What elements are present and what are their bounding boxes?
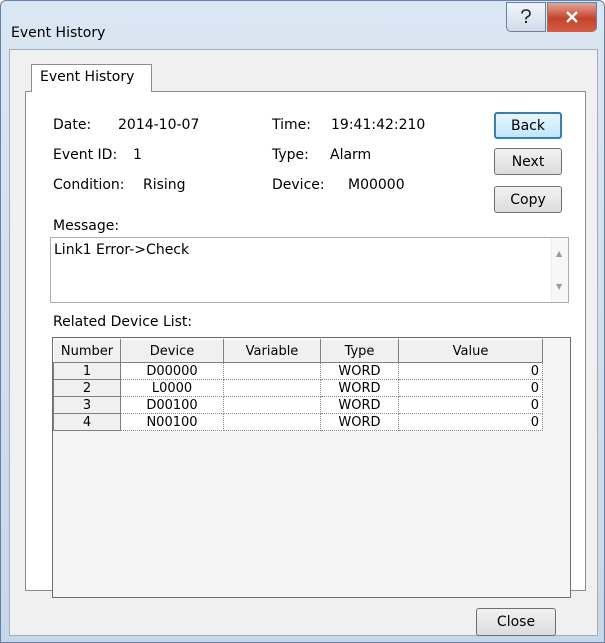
event-history-window: Event History Event History Date: 2014-1… [0,0,605,643]
related-device-table: Number Device Variable Type Value 1 D000… [53,339,543,431]
event-id-label: Event ID: [53,147,118,163]
condition-label: Condition: [53,177,125,193]
date-value: 2014-10-07 [118,117,200,133]
close-window-button[interactable] [547,2,597,32]
next-button[interactable]: Next [494,148,562,175]
type-cell[interactable]: WORD [320,396,399,414]
tab-label: Event History [40,69,135,85]
column-header-number[interactable]: Number [53,339,121,363]
variable-cell[interactable] [223,413,321,431]
column-header-value[interactable]: Value [398,339,543,363]
column-header-device[interactable]: Device [120,339,224,363]
device-label: Device: [272,177,325,193]
variable-cell[interactable] [223,396,321,414]
device-cell[interactable]: D00100 [120,396,224,414]
time-value: 19:41:42:210 [331,117,426,133]
help-icon [521,9,531,23]
device-value: M00000 [348,177,405,193]
table-row[interactable]: 1 D00000 WORD 0 [53,362,543,380]
date-label: Date: [53,117,92,133]
related-device-list-label: Related Device List: [53,314,193,330]
row-number-cell: 3 [53,396,121,414]
table-row[interactable]: 4 N00100 WORD 0 [53,413,543,431]
value-cell[interactable]: 0 [398,396,543,414]
message-scrollbar[interactable]: ▲ ▼ [551,238,568,302]
table-row[interactable]: 3 D00100 WORD 0 [53,396,543,414]
row-number-cell: 1 [53,362,121,380]
back-button[interactable]: Back [494,112,562,139]
table-row[interactable]: 2 L0000 WORD 0 [53,379,543,397]
value-cell[interactable]: 0 [398,379,543,397]
device-cell[interactable]: D00000 [120,362,224,380]
condition-value: Rising [143,177,186,193]
related-device-grid[interactable]: Number Device Variable Type Value 1 D000… [52,337,571,598]
value-cell[interactable]: 0 [398,413,543,431]
message-textarea[interactable]: Link1 Error->Check ▲ ▼ [50,237,569,303]
type-value: Alarm [330,147,372,163]
column-header-variable[interactable]: Variable [223,339,321,363]
title-bar[interactable]: Event History [1,1,604,49]
table-header-row: Number Device Variable Type Value [53,339,543,363]
variable-cell[interactable] [223,379,321,397]
row-number-cell: 4 [53,413,121,431]
type-cell[interactable]: WORD [320,362,399,380]
device-cell[interactable]: N00100 [120,413,224,431]
device-cell[interactable]: L0000 [120,379,224,397]
value-cell[interactable]: 0 [398,362,543,380]
column-header-type[interactable]: Type [320,339,399,363]
type-cell[interactable]: WORD [320,379,399,397]
close-button[interactable]: Close [476,608,556,636]
type-label: Type: [272,147,309,163]
scroll-down-arrow-icon[interactable]: ▼ [556,282,562,291]
window-title: Event History [11,25,106,41]
event-id-value: 1 [133,147,142,163]
close-x-icon [566,11,578,23]
help-button[interactable] [506,2,546,32]
scroll-up-arrow-icon[interactable]: ▲ [556,249,562,258]
message-label: Message: [53,218,120,234]
type-cell[interactable]: WORD [320,413,399,431]
variable-cell[interactable] [223,362,321,380]
time-label: Time: [272,117,311,133]
message-text: Link1 Error->Check [54,242,190,258]
tab-event-history[interactable]: Event History [31,64,152,92]
row-number-cell: 2 [53,379,121,397]
copy-button[interactable]: Copy [494,186,562,213]
